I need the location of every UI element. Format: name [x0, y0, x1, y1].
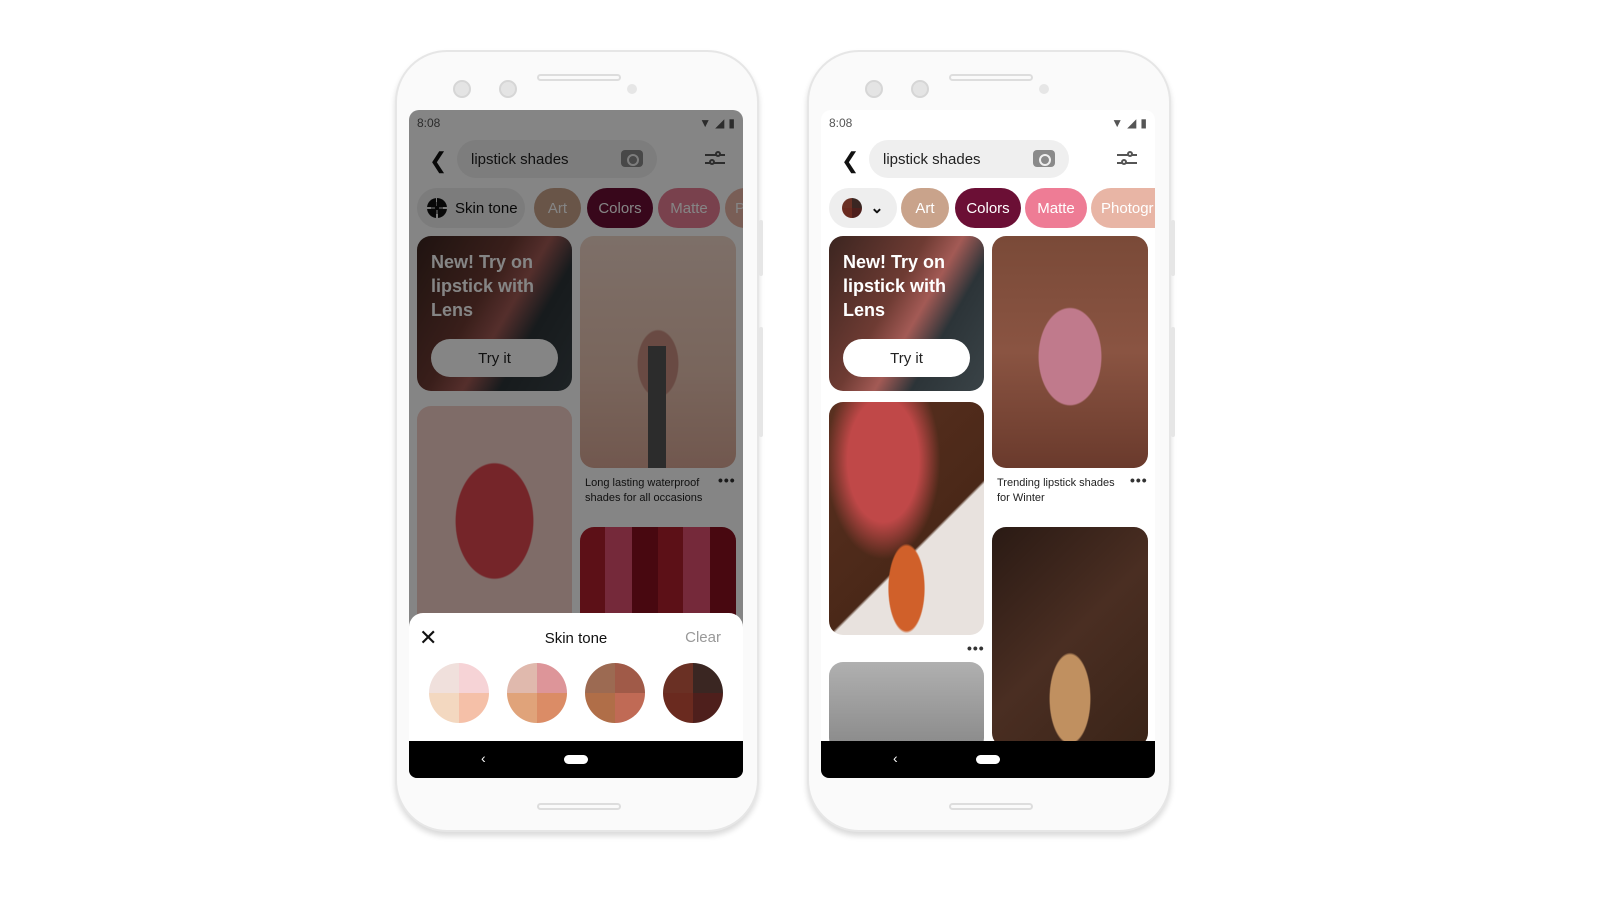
phone-right: 8:08 ▼ ◢ ▮ ❮ lipstick shades ⌄ Art Colors M…	[807, 50, 1175, 832]
earpiece	[537, 74, 621, 81]
battery-icon: ▮	[1140, 116, 1147, 130]
selected-skin-tone-icon	[842, 198, 863, 218]
nav-bar: ‹	[821, 741, 1155, 778]
screen: 8:08 ▼ ◢ ▮ ❮ lipstick shades ⌄ Art Colors M…	[821, 110, 1155, 778]
pin-caption: Trending lipstick shades for Winter	[997, 477, 1115, 504]
clear-button[interactable]: Clear	[685, 629, 721, 646]
nav-bar: ‹	[409, 741, 743, 778]
search-value: lipstick shades	[883, 151, 981, 168]
earpiece	[949, 74, 1033, 81]
bottom-speaker	[537, 803, 621, 810]
phone-left: 8:08 ▼ ◢ ▮ ❮ lipstick shades Skin tone Art …	[395, 50, 763, 832]
skin-tone-swatch-4[interactable]	[663, 663, 723, 723]
chip-label: Art	[915, 199, 935, 217]
more-icon[interactable]: •••	[1130, 472, 1148, 488]
chip-colors[interactable]: Colors	[955, 188, 1021, 228]
camera-lens	[911, 80, 929, 98]
try-it-button[interactable]: Try it	[843, 339, 970, 377]
camera-lens	[499, 80, 517, 98]
back-arrow-icon[interactable]: ❮	[841, 148, 859, 174]
wifi-icon: ▼	[1111, 116, 1124, 130]
pin-image-portrait[interactable]	[829, 662, 984, 752]
screen: 8:08 ▼ ◢ ▮ ❮ lipstick shades Skin tone Art …	[409, 110, 743, 778]
skin-tone-swatch-3[interactable]	[585, 663, 645, 723]
power-button	[759, 220, 763, 276]
camera-lens	[453, 80, 471, 98]
chip-matte[interactable]: Matte	[1025, 188, 1087, 228]
home-pill[interactable]	[976, 755, 1000, 764]
nav-back-icon[interactable]: ‹	[893, 750, 898, 766]
filter-icon[interactable]	[1117, 150, 1137, 168]
pin-image-lips[interactable]	[992, 236, 1148, 468]
lens-card-title: New! Try on lipstick with Lens	[843, 252, 947, 320]
nav-back-icon[interactable]: ‹	[481, 750, 486, 766]
pin-image-face-orange[interactable]	[829, 402, 984, 635]
home-pill[interactable]	[564, 755, 588, 764]
chip-label: Colors	[966, 199, 1010, 217]
volume-button	[759, 327, 763, 437]
chip-art[interactable]: Art	[901, 188, 949, 228]
chip-label: Photogr	[1101, 199, 1154, 217]
signal-icon: ◢	[1127, 116, 1137, 130]
more-icon[interactable]: •••	[967, 640, 985, 656]
status-bar: 8:08 ▼ ◢ ▮	[829, 114, 1147, 132]
search-input[interactable]: lipstick shades	[869, 140, 1069, 178]
skin-tone-swatch-1[interactable]	[429, 663, 489, 723]
camera-lens	[865, 80, 883, 98]
skin-tone-swatch-2[interactable]	[507, 663, 567, 723]
status-time: 8:08	[829, 116, 853, 130]
skin-tone-sheet: ✕ Skin tone Clear	[409, 613, 743, 741]
sensor	[1039, 84, 1049, 94]
lens-promo-card[interactable]: New! Try on lipstick with Lens Try it	[829, 236, 984, 391]
power-button	[1171, 220, 1175, 276]
chevron-down-icon: ⌄	[870, 200, 884, 217]
pin-image-face-gold[interactable]	[992, 527, 1148, 747]
camera-icon[interactable]	[1033, 150, 1055, 167]
chip-skin-tone-selected[interactable]: ⌄	[829, 188, 897, 228]
sensor	[627, 84, 637, 94]
volume-button	[1171, 327, 1175, 437]
chip-photography[interactable]: Photogr	[1091, 188, 1155, 228]
chip-label: Matte	[1037, 199, 1075, 217]
bottom-speaker	[949, 803, 1033, 810]
